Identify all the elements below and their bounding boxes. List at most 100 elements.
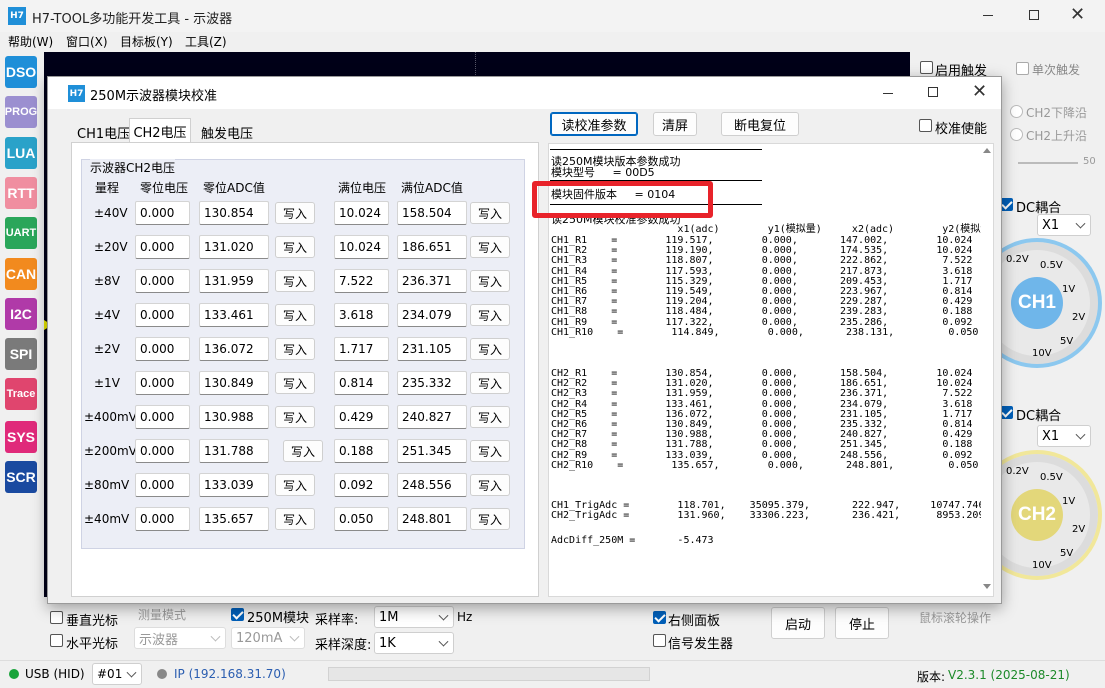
tab-ch2-voltage[interactable]: CH2电压 [129, 118, 191, 143]
current-select[interactable]: 120mA [231, 627, 305, 649]
sidebar-item-prog[interactable]: PROG [5, 96, 37, 129]
zero-adc-input[interactable]: 131.959 [199, 269, 269, 293]
minimize-icon[interactable] [983, 15, 993, 16]
sidebar-item-spi[interactable]: SPI [5, 338, 37, 371]
full-voltage-input[interactable]: 7.522 [334, 269, 389, 293]
module-250m-checkbox[interactable] [231, 608, 244, 621]
write-zero-button[interactable]: 写入 [275, 508, 315, 530]
write-zero-button[interactable]: 写入 [275, 406, 315, 428]
zero-adc-input[interactable]: 136.072 [199, 337, 269, 361]
full-voltage-input[interactable]: 0.188 [334, 439, 389, 463]
zero-voltage-input[interactable]: 0.000 [135, 507, 190, 531]
full-adc-input[interactable]: 248.556 [397, 473, 467, 497]
stop-button[interactable]: 停止 [835, 607, 889, 639]
write-full-button[interactable]: 写入 [470, 508, 510, 530]
zero-adc-input[interactable]: 130.988 [199, 405, 269, 429]
write-full-button[interactable]: 写入 [470, 440, 510, 462]
zero-adc-input[interactable]: 130.854 [199, 201, 269, 225]
device-select[interactable]: #01 [92, 663, 142, 685]
write-full-button[interactable]: 写入 [470, 406, 510, 428]
full-voltage-input[interactable]: 0.814 [334, 371, 389, 395]
power-reset-button[interactable]: 断电复位 [721, 112, 799, 136]
full-adc-input[interactable]: 251.345 [397, 439, 467, 463]
calib-enable-checkbox[interactable] [919, 119, 932, 132]
zero-voltage-input[interactable]: 0.000 [135, 337, 190, 361]
tab-ch1-voltage[interactable]: CH1电压 [77, 123, 130, 142]
full-voltage-input[interactable]: 3.618 [334, 303, 389, 327]
zero-voltage-input[interactable]: 0.000 [135, 371, 190, 395]
dialog-minimize-icon[interactable] [883, 93, 893, 94]
trigger-slider[interactable] [1018, 162, 1078, 164]
write-zero-button[interactable]: 写入 [275, 202, 315, 224]
write-full-button[interactable]: 写入 [470, 372, 510, 394]
full-voltage-input[interactable]: 1.717 [334, 337, 389, 361]
write-zero-button[interactable]: 写入 [275, 236, 315, 258]
full-adc-input[interactable]: 186.651 [397, 235, 467, 259]
close-icon[interactable]: ✕ [1070, 4, 1085, 25]
probe-2-select[interactable]: X1 [1037, 425, 1091, 447]
zero-voltage-input[interactable]: 0.000 [135, 439, 190, 463]
trigger-enable-checkbox[interactable] [920, 61, 933, 74]
full-voltage-input[interactable]: 10.024 [334, 201, 389, 225]
sidebar-item-lua[interactable]: LUA [5, 136, 37, 169]
sidebar-item-sys[interactable]: SYS [5, 420, 37, 453]
sidebar-item-uart[interactable]: UART [5, 217, 37, 250]
menu-help[interactable]: 帮助(W) [8, 33, 53, 50]
write-full-button[interactable]: 写入 [470, 338, 510, 360]
zero-voltage-input[interactable]: 0.000 [135, 201, 190, 225]
write-full-button[interactable]: 写入 [470, 202, 510, 224]
sidebar-item-i2c[interactable]: I2C [5, 297, 37, 330]
write-full-button[interactable]: 写入 [470, 236, 510, 258]
tab-trigger-voltage[interactable]: 触发电压 [201, 123, 253, 142]
write-zero-button[interactable]: 写入 [283, 440, 323, 462]
sample-depth-select[interactable]: 1K [374, 632, 454, 654]
mode-select[interactable]: 示波器 [134, 627, 226, 649]
start-button[interactable]: 启动 [771, 607, 825, 639]
zero-adc-input[interactable]: 135.657 [199, 507, 269, 531]
menu-tools[interactable]: 工具(Z) [185, 33, 227, 50]
menu-window[interactable]: 窗口(X) [66, 33, 108, 50]
right-panel-checkbox[interactable] [653, 611, 666, 624]
zero-adc-input[interactable]: 131.020 [199, 235, 269, 259]
single-trigger-checkbox[interactable] [1016, 62, 1029, 75]
zero-adc-input[interactable]: 131.788 [199, 439, 269, 463]
dialog-close-icon[interactable]: ✕ [972, 81, 987, 102]
zero-voltage-input[interactable]: 0.000 [135, 303, 190, 327]
sidebar-item-scr[interactable]: SCR [5, 461, 37, 493]
probe-1-select[interactable]: X1 [1037, 214, 1091, 236]
write-full-button[interactable]: 写入 [470, 304, 510, 326]
full-adc-input[interactable]: 248.801 [397, 507, 467, 531]
zero-adc-input[interactable]: 133.039 [199, 473, 269, 497]
sidebar-item-trace[interactable]: Trace [5, 378, 37, 411]
sample-rate-select[interactable]: 1M [374, 606, 454, 628]
write-full-button[interactable]: 写入 [470, 270, 510, 292]
zero-adc-input[interactable]: 133.461 [199, 303, 269, 327]
menu-target[interactable]: 目标板(Y) [120, 33, 173, 50]
full-voltage-input[interactable]: 0.429 [334, 405, 389, 429]
scroll-down-icon[interactable] [983, 584, 991, 589]
horizontal-cursor-checkbox[interactable] [50, 634, 63, 647]
full-voltage-input[interactable]: 10.024 [334, 235, 389, 259]
full-voltage-input[interactable]: 0.050 [334, 507, 389, 531]
zero-voltage-input[interactable]: 0.000 [135, 473, 190, 497]
log-scrollbar[interactable] [981, 144, 993, 596]
clear-screen-button[interactable]: 清屏 [653, 112, 697, 136]
full-adc-input[interactable]: 234.079 [397, 303, 467, 327]
write-full-button[interactable]: 写入 [470, 474, 510, 496]
full-voltage-input[interactable]: 0.092 [334, 473, 389, 497]
full-adc-input[interactable]: 235.332 [397, 371, 467, 395]
write-zero-button[interactable]: 写入 [275, 304, 315, 326]
zero-adc-input[interactable]: 130.849 [199, 371, 269, 395]
full-adc-input[interactable]: 236.371 [397, 269, 467, 293]
sidebar-item-rtt[interactable]: RTT [5, 176, 37, 209]
write-zero-button[interactable]: 写入 [275, 372, 315, 394]
ch2-rising-radio[interactable] [1010, 128, 1023, 141]
vertical-cursor-checkbox[interactable] [50, 611, 63, 624]
sidebar-item-can[interactable]: CAN [5, 257, 37, 290]
ch2-falling-radio[interactable] [1010, 105, 1023, 118]
write-zero-button[interactable]: 写入 [275, 270, 315, 292]
read-calibration-button[interactable]: 读校准参数 [550, 112, 638, 136]
write-zero-button[interactable]: 写入 [275, 474, 315, 496]
write-zero-button[interactable]: 写入 [275, 338, 315, 360]
scroll-up-icon[interactable] [983, 148, 991, 153]
